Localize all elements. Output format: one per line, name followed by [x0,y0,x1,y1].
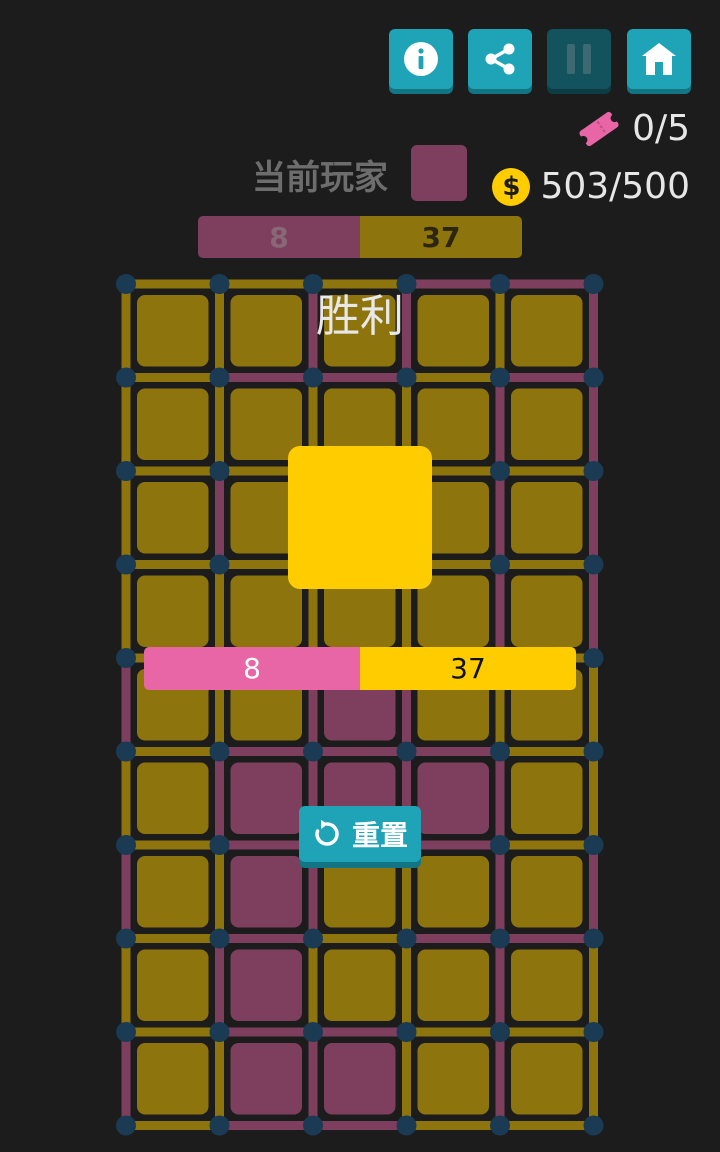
board-dot [209,1022,230,1042]
coin-icon: $ [492,167,531,206]
final-yellow-score: 37 [360,647,576,690]
board-dot [396,367,417,388]
board-cell [230,575,302,647]
pause-icon [567,44,591,74]
board-dot [490,461,510,481]
final-pink-score: 8 [144,647,360,690]
board-dot [209,367,230,388]
board-cell [324,949,396,1021]
board-cell [511,575,583,647]
board-dot [116,1115,136,1136]
board-dot [396,741,417,762]
board-dot [490,1115,510,1136]
board-cell [137,388,209,460]
share-button[interactable] [468,29,532,89]
reset-label: 重置 [351,819,408,852]
board-dot [583,461,604,481]
ticket-counter: 0/5 [576,108,690,149]
board-dot [490,367,510,388]
board-dot [490,554,510,575]
board-cell [137,575,209,647]
reset-button[interactable]: 重置 [299,806,421,862]
board-dot [209,741,230,762]
board-dot [490,835,510,855]
pause-button[interactable] [547,29,611,89]
board-dot [583,1115,604,1136]
board-cell [511,856,583,928]
board-cell [417,575,489,647]
board-cell [417,856,489,928]
share-icon [485,43,515,75]
board-dot [116,928,136,949]
board-dot [490,1022,510,1042]
board-dot [396,928,417,949]
board-dot [583,835,604,855]
board-dot [209,1115,230,1136]
board-dot [116,741,136,762]
ticket-icon [579,111,619,146]
board-dot [303,367,323,388]
board-dot [396,1022,417,1042]
board-cell [137,856,209,928]
board-dot [303,741,323,762]
board-dot [116,648,136,668]
board-cell [137,482,209,554]
board-dot [490,741,510,762]
board-cell [511,388,583,460]
board-dot [583,554,604,575]
board-dot [490,928,510,949]
final-score-bar: 8 37 [144,647,576,690]
home-icon [642,43,676,75]
board-dot [583,1022,604,1042]
board-dot [116,835,136,855]
board-dot [583,928,604,949]
board-dot [209,928,230,949]
board-cell [417,1043,489,1115]
board-dot [303,928,323,949]
board-cell [230,949,302,1021]
info-icon [404,42,438,76]
winner-color-swatch [288,446,432,589]
board-dot [303,1115,323,1136]
board-cell [511,949,583,1021]
board-dot [583,367,604,388]
board-cell [230,762,302,834]
coin-counter: $ 503/500 [492,166,690,207]
board-dot [116,554,136,575]
board-dot [209,835,230,855]
board-dot [303,1022,323,1042]
board-cell [230,856,302,928]
board-cell [417,762,489,834]
board-cell [511,762,583,834]
board-cell [511,482,583,554]
board-cell [324,856,396,928]
info-button[interactable] [389,29,453,89]
board-dot [583,648,604,668]
board-cell [137,949,209,1021]
board-cell [230,1043,302,1115]
board-dot [396,1115,417,1136]
board-dot [209,461,230,481]
reset-icon [315,820,339,846]
home-button[interactable] [627,29,691,89]
board-dot [116,1022,136,1042]
board-cell [137,1043,209,1115]
board-cell [137,762,209,834]
ticket-count: 0/5 [632,108,690,149]
coin-count: 503/500 [540,166,690,207]
board-dot [209,554,230,575]
board-dot [116,461,136,481]
board-cell [417,949,489,1021]
board-dot [583,741,604,762]
board-dot [116,367,136,388]
win-title: 胜利 [316,291,404,342]
board-cell [324,1043,396,1115]
board-cell [511,1043,583,1115]
